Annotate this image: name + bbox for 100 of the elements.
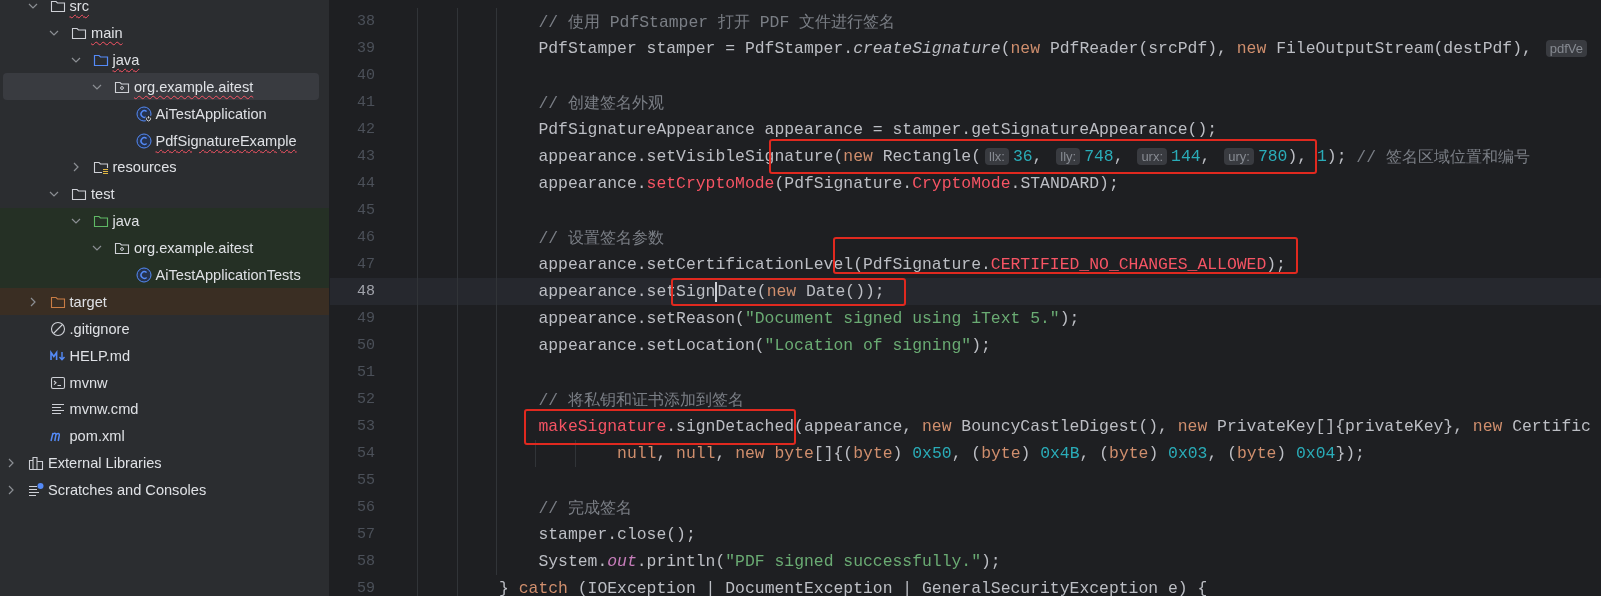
number-literal: 748 xyxy=(1084,147,1114,166)
code-text: (PdfSignature. xyxy=(774,174,913,193)
string-literal: "PDF signed successfully." xyxy=(725,552,982,571)
code-text: , xyxy=(1200,147,1212,166)
file-name: main xyxy=(91,24,123,41)
keyword: new xyxy=(922,417,952,436)
file-name: mvnw.cmd xyxy=(69,401,139,418)
keyword: new xyxy=(1236,39,1267,58)
package-folder-icon xyxy=(114,240,130,257)
method-name: createSignature xyxy=(853,39,1001,58)
code-text: appearance.setLocation( xyxy=(538,336,765,355)
tree-row[interactable]: test xyxy=(0,180,329,208)
code-text: , xyxy=(715,444,727,463)
code-text: ); xyxy=(1326,147,1348,166)
selected-tree-row[interactable]: org.example.aitest xyxy=(3,73,319,101)
keyword: new xyxy=(1177,417,1208,436)
code-text: (IOException | DocumentException | GeneralSecurityException e) { xyxy=(576,579,1208,596)
libraries-icon xyxy=(28,455,44,472)
number-literal: 780 xyxy=(1257,147,1288,166)
class-icon xyxy=(135,132,152,149)
code-comment: // 使用 PdfStamper 打开 PDF 文件进行签名 xyxy=(538,11,896,33)
code-text: PrivateKey[]{privateKey}, xyxy=(1216,417,1464,436)
tree-row[interactable]: AiTestApplicationTests xyxy=(0,261,329,289)
tree-row[interactable]: AiTestApplication xyxy=(0,100,329,128)
tree-row[interactable]: pom.xml xyxy=(0,422,329,450)
code-text: appearance.setReason( xyxy=(538,309,745,328)
file-name: target xyxy=(69,293,107,310)
number-literal: 144 xyxy=(1171,147,1201,166)
scratches-icon xyxy=(28,482,44,499)
file-name: java xyxy=(112,51,140,68)
tree-row[interactable]: java xyxy=(0,46,329,74)
keyword: new xyxy=(766,282,797,301)
code-text: ( xyxy=(1000,39,1011,58)
tree-row[interactable]: HELP.md xyxy=(0,342,329,370)
inlay-hint: llx: xyxy=(985,148,1009,165)
code-text: ); xyxy=(1059,309,1080,328)
code-text: ) xyxy=(1148,444,1160,463)
string-literal: "Document signed using iText 5." xyxy=(744,309,1060,328)
tree-row[interactable]: java xyxy=(0,207,329,235)
code-text: []{( xyxy=(813,444,854,463)
code-text: PdfSignatureAppearance appearance = stamper.getSignatureAppearance(); xyxy=(538,120,1218,139)
tree-row[interactable]: External Libraries xyxy=(0,449,329,477)
tree-row[interactable]: mvnw.cmd xyxy=(0,395,329,423)
code-text: , xyxy=(1113,147,1125,166)
code-text: } xyxy=(499,579,510,596)
tree-row[interactable]: Scratches and Consoles xyxy=(0,476,329,504)
folder-icon xyxy=(71,186,87,203)
file-name: mvnw xyxy=(69,374,108,391)
file-name: .gitignore xyxy=(69,320,130,337)
tree-row[interactable]: resources xyxy=(0,153,329,181)
inlay-hint: ury: xyxy=(1224,148,1254,165)
file-name: org.example.aitest xyxy=(134,78,254,95)
code-text: .STANDARD); xyxy=(1010,174,1119,193)
keyword: new xyxy=(843,147,873,166)
code-text: BouncyCastleDigest(), xyxy=(960,417,1169,436)
code-comment: // 将私钥和证书添加到签名 xyxy=(538,389,744,411)
tree-row[interactable]: PdfSignatureExample xyxy=(0,127,329,154)
keyword: new xyxy=(1472,417,1503,436)
keyword: byte xyxy=(1237,444,1277,463)
code-comment: // 完成签名 xyxy=(538,497,632,519)
keyword: new xyxy=(1010,39,1041,58)
code-text: Date( xyxy=(717,282,767,301)
code-comment: // 签名区域位置和编号 xyxy=(1356,146,1530,168)
code-text: ); xyxy=(1266,255,1286,274)
code-text: , ( xyxy=(1079,444,1110,463)
inlay-hint: urx: xyxy=(1137,148,1168,165)
file-name: test xyxy=(91,186,115,203)
tree-row[interactable]: org.example.aitest xyxy=(0,234,329,262)
code-text: , ( xyxy=(1207,444,1237,463)
code-text: ) xyxy=(892,444,904,463)
number-literal: 0x4B xyxy=(1040,444,1080,463)
tree-row[interactable]: src xyxy=(0,0,329,20)
keyword: byte xyxy=(1109,444,1149,463)
tree-row[interactable]: target xyxy=(0,288,329,316)
tree-row[interactable]: .gitignore xyxy=(0,315,329,343)
folder-icon xyxy=(92,213,109,230)
number-literal: 36 xyxy=(1012,147,1033,166)
code-text: ), xyxy=(1287,147,1309,166)
file-name: HELP.md xyxy=(69,347,131,364)
file-name: AiTestApplicationTests xyxy=(155,266,301,283)
code-text: PdfReader(srcPdf), xyxy=(1048,39,1228,58)
code-text: , xyxy=(1032,147,1044,166)
code-text: stamper.close(); xyxy=(538,525,696,544)
file-name: src xyxy=(69,0,89,15)
number-literal: 1 xyxy=(1316,147,1327,166)
file-name: Scratches and Consoles xyxy=(48,482,207,499)
inlay-hint: lly: xyxy=(1056,148,1081,165)
file-name: java xyxy=(112,213,140,230)
unresolved-symbol: makeSignature xyxy=(538,417,667,436)
number-literal: 0x04 xyxy=(1296,444,1336,463)
class-icon xyxy=(135,266,152,283)
keyword: null xyxy=(617,444,657,463)
file-name: External Libraries xyxy=(48,455,162,472)
file-name: AiTestApplication xyxy=(155,105,267,122)
code-text: Date()); xyxy=(804,282,885,301)
keyword: byte xyxy=(853,444,893,463)
unresolved-symbol: setCryptoMode xyxy=(646,174,775,193)
code-comment: // 设置签名参数 xyxy=(538,227,664,249)
tree-row[interactable]: main xyxy=(0,19,329,47)
tree-row[interactable]: mvnw xyxy=(0,369,329,396)
